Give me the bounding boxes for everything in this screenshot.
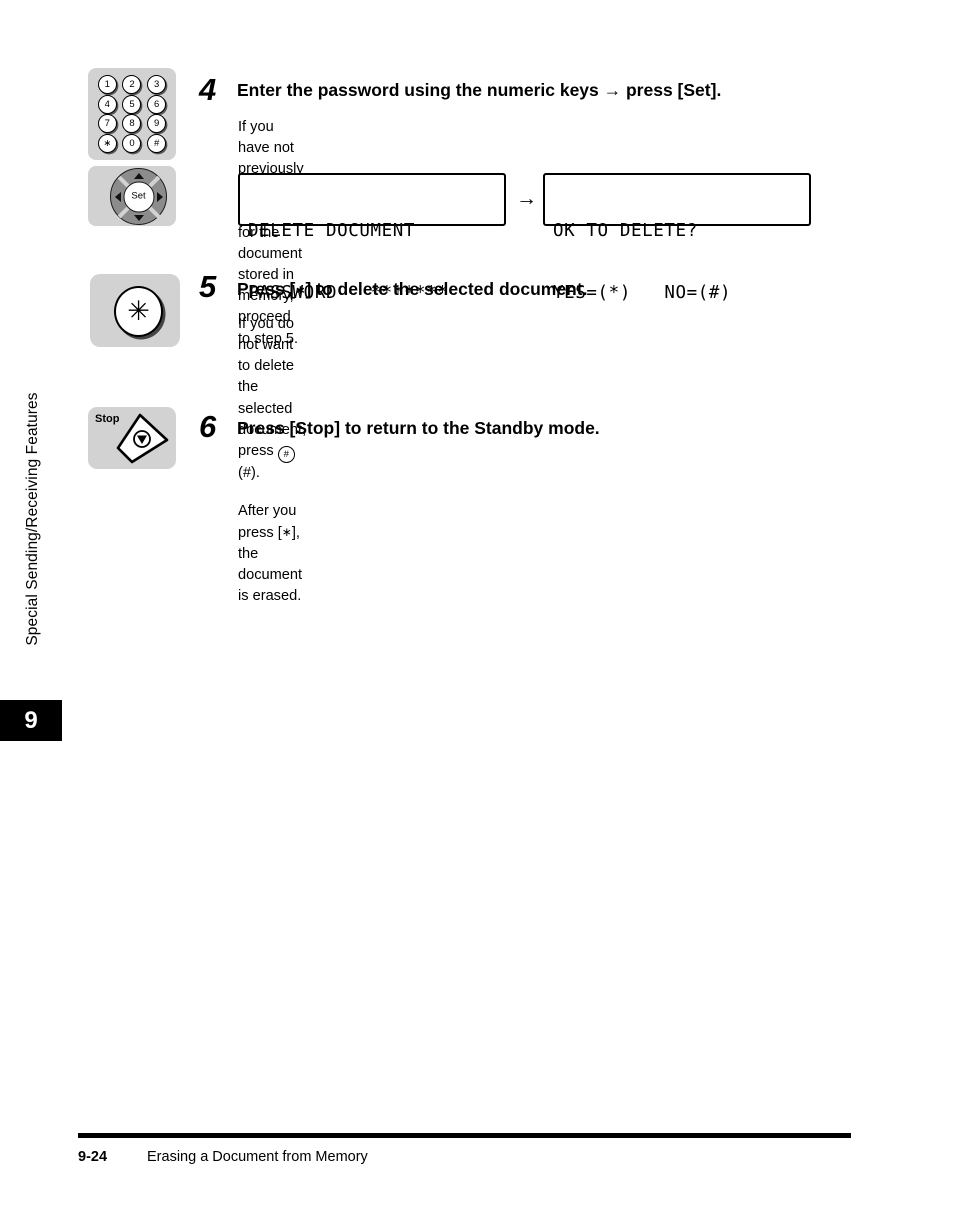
step-title-prefix: Press [ (237, 279, 296, 299)
keypad-key: 4 (95, 94, 120, 115)
stop-key-icon: Stop (88, 407, 176, 469)
set-button-center: Set (123, 181, 154, 212)
keypad-key: 2 (120, 75, 145, 95)
flow-arrow-icon: → (516, 187, 537, 210)
lcd-line-1: DELETE DOCUMENT (248, 221, 416, 242)
step-title: Enter the password using the numeric key… (237, 80, 722, 100)
step-number: 4 (199, 72, 217, 107)
keypad-key: 9 (144, 114, 169, 134)
set-dial-icon: Set (88, 166, 176, 226)
sidebar-section-label: Special Sending/Receiving Features (24, 392, 41, 646)
step-title: Press [Stop] to return to the Standby mo… (237, 418, 600, 438)
step-title: Press [∗] to delete the selected documen… (237, 279, 587, 300)
asterisk-inline-icon: ∗ (281, 524, 292, 539)
chapter-number-tab: 9 (0, 700, 62, 741)
asterisk-key-icon: ✳ (90, 274, 180, 347)
keypad-key: # (144, 133, 169, 154)
step-body-line: After you press [∗], the document is era… (238, 501, 306, 607)
step-body-line: If you do not want to delete the selecte… (238, 314, 306, 484)
dial-ring: Set (110, 168, 167, 225)
arrow-left-icon (114, 191, 121, 202)
step-body: If you do not want to delete the selecte… (238, 314, 306, 607)
lcd-display-password-entry: DELETE DOCUMENT PASSWORD ******* (238, 173, 506, 303)
arrow-right-icon (156, 191, 163, 202)
asterisk-glyph: ✳ (114, 286, 163, 337)
hash-key-icon: # (277, 446, 295, 464)
numeric-keypad-icon: 1 2 3 4 5 6 7 8 9 ∗ 0 # (88, 68, 176, 160)
footer-section-title: Erasing a Document from Memory (147, 1149, 368, 1165)
keypad-key: 3 (144, 75, 169, 95)
lcd-line-1: OK TO DELETE? (553, 221, 698, 242)
arrow-down-icon (133, 214, 144, 221)
step-title-suffix: ] to delete the selected document. (305, 279, 588, 299)
keypad-key: 8 (120, 114, 145, 134)
sidebar-section-tab: Special Sending/Receiving Features (0, 370, 62, 750)
lcd-display-confirm-delete: OK TO DELETE? YES=(*) NO=(#) (543, 173, 811, 303)
keypad-key: 0 (120, 133, 145, 154)
footer-divider (78, 1133, 851, 1138)
stop-key-svg (116, 413, 169, 464)
arrow-up-icon (133, 172, 144, 179)
keypad-key: 5 (120, 94, 145, 115)
footer-page-number: 9-24 (78, 1149, 108, 1165)
asterisk-inline-icon: ∗ (295, 283, 306, 297)
keypad-key: 7 (95, 114, 120, 134)
stop-key-shape (110, 413, 172, 465)
keypad-key: 1 (95, 75, 120, 95)
step-number: 6 (199, 409, 217, 444)
keypad-key: 6 (144, 94, 169, 115)
step-number: 5 (199, 269, 217, 304)
body-text-suffix: (#). (238, 465, 260, 482)
lcd-line-2: YES=(*) NO=(#) (553, 283, 732, 304)
keypad-key: ∗ (95, 133, 120, 154)
